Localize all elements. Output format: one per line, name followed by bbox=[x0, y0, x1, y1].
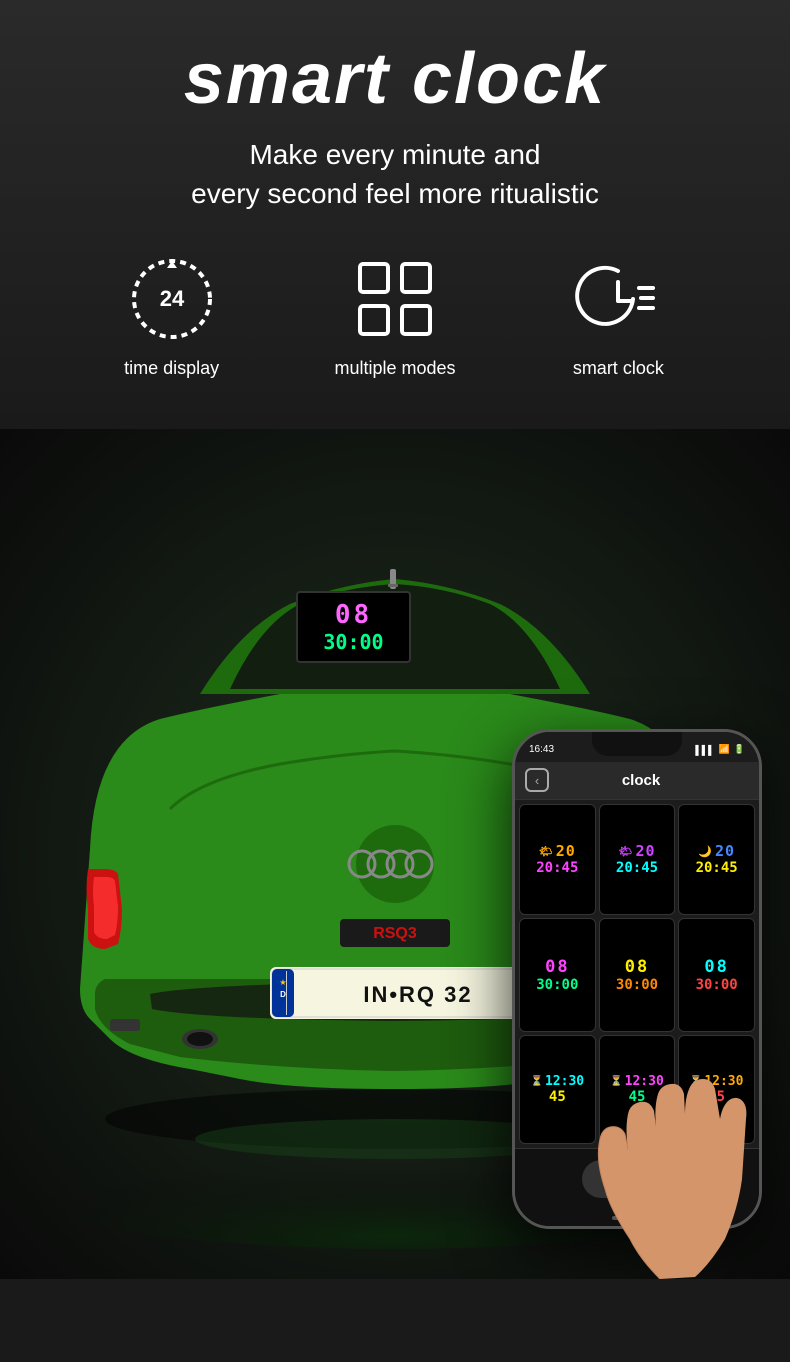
time-top-8: 12:30 bbox=[704, 1074, 743, 1089]
phone-screen: 16:43 ▌▌▌ 📶 🔋 ‹ clock bbox=[515, 732, 759, 1226]
grid-quad-icon bbox=[350, 254, 440, 344]
phone-notch bbox=[592, 732, 682, 756]
icon-hourglass-7: ⏳ bbox=[610, 1076, 622, 1087]
home-indicator bbox=[515, 1210, 759, 1226]
clock-list-icon bbox=[573, 254, 663, 344]
time-bottom-7: 45 bbox=[629, 1089, 646, 1105]
led-display: 08 30:00 bbox=[296, 591, 411, 663]
feature-time-display-label: time display bbox=[124, 358, 219, 379]
svg-text:D: D bbox=[280, 990, 286, 999]
clock-cell-8[interactable]: ⏳ 12:30 45 bbox=[678, 1035, 755, 1144]
led-bottom-display: 30:00 bbox=[323, 630, 383, 654]
clock-cell-3[interactable]: 08 30:00 bbox=[519, 918, 596, 1032]
car-section: RSQ3 ★ D IN•RQ 32 08 30:00 bbox=[0, 429, 790, 1279]
signal-icon: ▌▌▌ bbox=[695, 745, 714, 755]
time-bottom-8: 45 bbox=[708, 1089, 725, 1105]
clock-cell-5[interactable]: 08 30:00 bbox=[678, 918, 755, 1032]
nav-title: clock bbox=[557, 772, 725, 789]
svg-text:IN•RQ 32: IN•RQ 32 bbox=[363, 982, 472, 1007]
phone-frame: 16:43 ▌▌▌ 📶 🔋 ‹ clock bbox=[512, 729, 762, 1229]
icon-sun-1: 🌤 bbox=[618, 845, 633, 858]
feature-smart-clock-label: smart clock bbox=[573, 358, 664, 379]
time-top-5: 08 bbox=[704, 957, 728, 977]
feature-multiple-modes: multiple modes bbox=[283, 254, 506, 379]
led-top-display: 08 bbox=[335, 600, 372, 630]
time-bottom-0: 20:45 bbox=[536, 860, 578, 876]
clock-cell-6[interactable]: ⏳ 12:30 45 bbox=[519, 1035, 596, 1144]
svg-text:24: 24 bbox=[159, 286, 184, 311]
nav-bar: ‹ clock bbox=[515, 762, 759, 800]
time-top-4: 08 bbox=[625, 957, 649, 977]
time-bottom-4: 30:00 bbox=[616, 977, 658, 993]
time-top-3: 08 bbox=[545, 957, 569, 977]
svg-text:★: ★ bbox=[279, 978, 286, 987]
icon-hourglass-8: ⏳ bbox=[690, 1076, 702, 1087]
icon-moon-2: 🌙 bbox=[698, 845, 713, 858]
time-bottom-5: 30:00 bbox=[696, 977, 738, 993]
status-time: 16:43 bbox=[529, 744, 554, 755]
wifi-icon: 📶 bbox=[719, 744, 730, 755]
feature-smart-clock: smart clock bbox=[507, 254, 730, 379]
battery-icon: 🔋 bbox=[734, 744, 745, 755]
clock-cell-0[interactable]: 🌤 20 20:45 bbox=[519, 804, 596, 916]
clock-cell-7[interactable]: ⏳ 12:30 45 bbox=[599, 1035, 676, 1144]
clock-grid: 🌤 20 20:45 🌤 20 20:45 bbox=[515, 800, 759, 1148]
time-top-6: 12:30 bbox=[545, 1074, 584, 1089]
clock-24-icon: 24 bbox=[127, 254, 217, 344]
feature-multiple-modes-label: multiple modes bbox=[334, 358, 455, 379]
time-bottom-3: 30:00 bbox=[536, 977, 578, 993]
phone-bottom-bar bbox=[515, 1148, 759, 1210]
icon-hourglass-6: ⏳ bbox=[531, 1076, 543, 1087]
time-bottom-6: 45 bbox=[549, 1089, 566, 1105]
time-top-0: 20 bbox=[556, 842, 576, 860]
back-button[interactable]: ‹ bbox=[525, 768, 549, 792]
clock-cell-2[interactable]: 🌙 20 20:45 bbox=[678, 804, 755, 916]
time-top-1: 20 bbox=[635, 842, 655, 860]
icon-sun-0: 🌤 bbox=[539, 845, 554, 858]
hero-section: smart clock Make every minute and every … bbox=[0, 0, 790, 429]
clock-cell-4[interactable]: 08 30:00 bbox=[599, 918, 676, 1032]
features-row: 24 time display multiple modes bbox=[20, 254, 770, 379]
status-icons: ▌▌▌ 📶 🔋 bbox=[695, 744, 745, 755]
subtitle: Make every minute and every second feel … bbox=[20, 135, 770, 213]
main-title: smart clock bbox=[20, 40, 770, 119]
time-top-2: 20 bbox=[715, 842, 735, 860]
send-button[interactable] bbox=[582, 1160, 692, 1198]
svg-text:RSQ3: RSQ3 bbox=[373, 925, 417, 942]
time-bottom-1: 20:45 bbox=[616, 860, 658, 876]
feature-time-display: 24 time display bbox=[60, 254, 283, 379]
time-top-7: 12:30 bbox=[625, 1074, 664, 1089]
time-bottom-2: 20:45 bbox=[696, 860, 738, 876]
phone: 16:43 ▌▌▌ 📶 🔋 ‹ clock bbox=[512, 729, 762, 1229]
clock-cell-1[interactable]: 🌤 20 20:45 bbox=[599, 804, 676, 916]
